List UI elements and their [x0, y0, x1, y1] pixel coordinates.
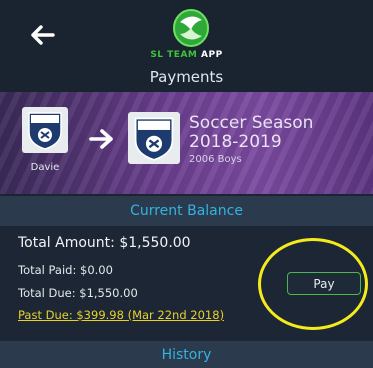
- sl-team-app-logo-icon: [173, 9, 209, 47]
- back-arrow-icon: [31, 25, 55, 45]
- season-title: Soccer Season 2018-2019: [189, 113, 314, 152]
- back-button[interactable]: [26, 20, 60, 50]
- past-due-link[interactable]: Past Due: $399.98 (Mar 22nd 2018): [18, 308, 224, 322]
- total-amount: Total Amount: $1,550.00: [18, 235, 191, 251]
- to-team-badge: [128, 112, 180, 164]
- season-banner: Davie Soccer Season 2018-2019 2006 Boys: [0, 92, 373, 194]
- total-due: Total Due: $1,550.00: [18, 286, 138, 300]
- history-tab[interactable]: History: [0, 341, 373, 368]
- from-team-name: Davie: [30, 162, 60, 173]
- season-subtitle: 2006 Boys: [189, 154, 242, 165]
- from-team-badge: [22, 107, 68, 153]
- total-paid: Total Paid: $0.00: [18, 263, 113, 277]
- page-title: Payments: [149, 68, 224, 86]
- current-balance-header: Current Balance: [0, 196, 373, 226]
- app-header: SL TEAM APP Payments: [0, 0, 373, 92]
- davie-team-crest-icon: [28, 112, 62, 150]
- balance-details: Total Amount: $1,550.00 Total Paid: $0.0…: [0, 226, 373, 341]
- logo-text: SL TEAM APP: [150, 50, 223, 60]
- pay-button[interactable]: Pay: [287, 272, 361, 295]
- right-arrow-icon: [89, 129, 113, 149]
- davie-team-crest-icon: [134, 117, 174, 161]
- payments-screen: SL TEAM APP Payments Davie Soccer Season…: [0, 0, 373, 368]
